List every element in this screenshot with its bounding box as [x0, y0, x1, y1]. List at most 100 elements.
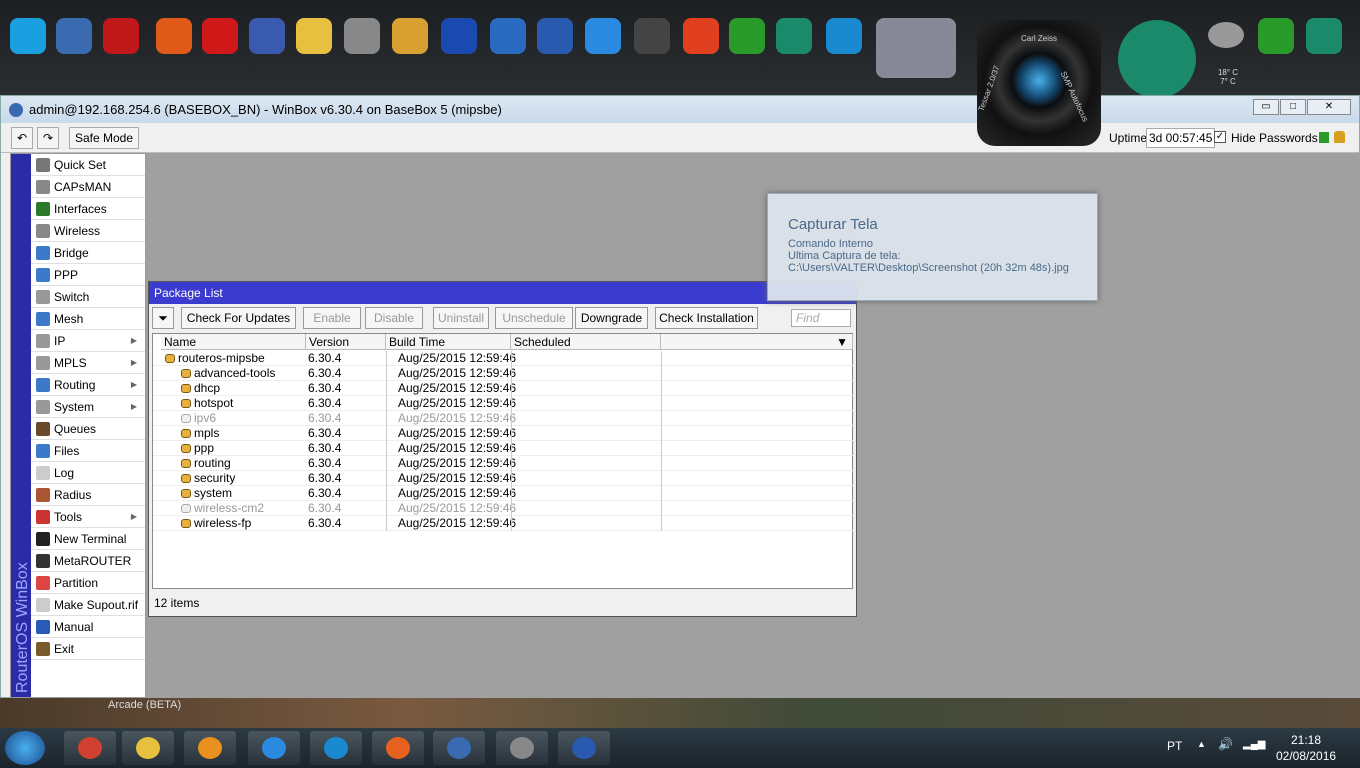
power-icon[interactable] — [683, 18, 719, 54]
table-row[interactable]: security 6.30.4 Aug/25/2015 12:59:46 — [153, 471, 853, 486]
weather-icon[interactable] — [1208, 22, 1244, 48]
dropbox-like-icon[interactable] — [249, 18, 285, 54]
downgrade-button[interactable]: Downgrade — [575, 307, 648, 329]
sidebar-item-mesh[interactable]: Mesh — [31, 308, 145, 330]
flash-icon[interactable] — [585, 18, 621, 54]
utorrent-green-icon[interactable] — [729, 18, 765, 54]
sidebar-item-quick-set[interactable]: Quick Set — [31, 154, 145, 176]
sidebar-item-wireless[interactable]: Wireless — [31, 220, 145, 242]
column-menu-button[interactable]: ▼ — [661, 334, 853, 350]
sidebar-item-files[interactable]: Files — [31, 440, 145, 462]
language-indicator[interactable]: PT — [1167, 739, 1182, 753]
ccleaner-taskbar-icon[interactable] — [310, 731, 362, 765]
show-hidden-icons[interactable]: ▲ — [1197, 739, 1206, 749]
table-row[interactable]: routing 6.30.4 Aug/25/2015 12:59:46 — [153, 456, 853, 471]
sidebar-item-exit[interactable]: Exit — [31, 638, 145, 660]
sidebar-item-partition[interactable]: Partition — [31, 572, 145, 594]
close-button[interactable]: ✕ — [1307, 99, 1351, 115]
package-version: 6.30.4 — [308, 381, 342, 395]
undo-button[interactable]: ↶ — [11, 127, 33, 149]
column-header-build-time[interactable]: Build Time — [386, 334, 511, 350]
skype-icon[interactable] — [10, 18, 46, 54]
table-row[interactable]: hotspot 6.30.4 Aug/25/2015 12:59:46 — [153, 396, 853, 411]
sidebar-item-interfaces[interactable]: Interfaces — [31, 198, 145, 220]
hide-passwords-checkbox[interactable]: ✓ — [1214, 131, 1226, 143]
clock-time[interactable]: 21:18 — [1291, 733, 1321, 747]
ccleaner-icon[interactable] — [156, 18, 192, 54]
enable-button[interactable]: Enable — [303, 307, 361, 329]
table-row[interactable]: dhcp 6.30.4 Aug/25/2015 12:59:46 — [153, 381, 853, 396]
sidebar-item-mpls[interactable]: MPLS ▶ — [31, 352, 145, 374]
itunes-dvd-icon[interactable] — [876, 18, 956, 78]
minimize-button[interactable]: ▭ — [1253, 99, 1279, 115]
filter-icon[interactable]: ⏷ — [152, 307, 174, 329]
iobit-icon[interactable] — [776, 18, 812, 54]
utorrent-icon[interactable] — [1258, 18, 1294, 54]
kaspersky-icon[interactable] — [103, 18, 139, 54]
menu-label: Switch — [54, 289, 90, 304]
word-icon[interactable] — [537, 18, 573, 54]
package-icon — [181, 429, 191, 438]
ccleaner-blue-icon[interactable] — [826, 18, 862, 54]
malwarebytes-icon[interactable] — [441, 18, 477, 54]
clock-date[interactable]: 02/08/2016 — [1276, 749, 1336, 763]
control-panel-icon[interactable] — [392, 18, 428, 54]
sidebar-item-capsman[interactable]: CAPsMAN — [31, 176, 145, 198]
column-header-scheduled[interactable]: Scheduled — [511, 334, 661, 350]
safe-mode-button[interactable]: Safe Mode — [69, 127, 139, 149]
uninstall-button[interactable]: Uninstall — [433, 307, 489, 329]
check-installation-button[interactable]: Check Installation — [655, 307, 758, 329]
table-row[interactable]: wireless-cm2 6.30.4 Aug/25/2015 12:59:46 — [153, 501, 853, 516]
sidebar-item-make-supout-rif[interactable]: Make Supout.rif — [31, 594, 145, 616]
table-row[interactable]: ipv6 6.30.4 Aug/25/2015 12:59:46 — [153, 411, 853, 426]
iobit-shield-icon[interactable] — [1118, 20, 1196, 98]
firefox-taskbar-icon[interactable] — [372, 731, 424, 765]
maximize-button[interactable]: □ — [1280, 99, 1306, 115]
table-row[interactable]: advanced-tools 6.30.4 Aug/25/2015 12:59:… — [153, 366, 853, 381]
sidebar-item-radius[interactable]: Radius — [31, 484, 145, 506]
table-row[interactable]: mpls 6.30.4 Aug/25/2015 12:59:46 — [153, 426, 853, 441]
sidebar-item-system[interactable]: System ▶ — [31, 396, 145, 418]
sidebar-item-queues[interactable]: Queues — [31, 418, 145, 440]
submenu-arrow-icon: ▶ — [130, 402, 137, 411]
disable-button[interactable]: Disable — [365, 307, 423, 329]
chrome-taskbar-icon[interactable] — [64, 731, 116, 765]
table-row[interactable]: system 6.30.4 Aug/25/2015 12:59:46 — [153, 486, 853, 501]
start-button[interactable] — [5, 731, 45, 765]
hp-icon[interactable] — [634, 18, 670, 54]
calculator-taskbar-icon[interactable] — [496, 731, 548, 765]
find-input[interactable]: Find — [791, 309, 851, 327]
sidebar-item-ip[interactable]: IP ▶ — [31, 330, 145, 352]
table-row[interactable]: wireless-fp 6.30.4 Aug/25/2015 12:59:46 — [153, 516, 853, 531]
table-row[interactable]: ppp 6.30.4 Aug/25/2015 12:59:46 — [153, 441, 853, 456]
sidebar-item-manual[interactable]: Manual — [31, 616, 145, 638]
column-header-name[interactable]: Name — [161, 334, 306, 350]
folder-icon[interactable] — [296, 18, 332, 54]
column-header-version[interactable]: Version — [306, 334, 386, 350]
explorer-taskbar-icon[interactable] — [122, 731, 174, 765]
volume-icon[interactable]: 🔊 — [1218, 737, 1233, 751]
camera-capture-icon[interactable]: Carl Zeiss Tessar 2.0/37 SMP Autofocus — [977, 20, 1101, 146]
computer-icon[interactable] — [56, 18, 92, 54]
sidebar-item-new-terminal[interactable]: New Terminal — [31, 528, 145, 550]
network-icon[interactable]: ▂▄▆ — [1243, 739, 1265, 750]
google-earth-icon[interactable] — [490, 18, 526, 54]
mega-icon[interactable] — [202, 18, 238, 54]
redo-button[interactable]: ↷ — [37, 127, 59, 149]
media-player-taskbar-icon[interactable] — [184, 731, 236, 765]
check-for-updates-button[interactable]: Check For Updates — [181, 307, 296, 329]
sidebar-item-metarouter[interactable]: MetaROUTER — [31, 550, 145, 572]
unschedule-button[interactable]: Unschedule — [495, 307, 573, 329]
iobit-small-icon[interactable] — [1306, 18, 1342, 54]
sidebar-item-log[interactable]: Log — [31, 462, 145, 484]
winbox-taskbar-icon[interactable] — [558, 731, 610, 765]
sidebar-item-bridge[interactable]: Bridge — [31, 242, 145, 264]
sidebar-item-ppp[interactable]: PPP — [31, 264, 145, 286]
sidebar-item-routing[interactable]: Routing ▶ — [31, 374, 145, 396]
table-row[interactable]: routeros-mipsbe 6.30.4 Aug/25/2015 12:59… — [153, 351, 853, 366]
app-blue-taskbar-icon[interactable] — [433, 731, 485, 765]
internet-explorer-taskbar-icon[interactable] — [248, 731, 300, 765]
sidebar-item-tools[interactable]: Tools ▶ — [31, 506, 145, 528]
sidebar-item-switch[interactable]: Switch — [31, 286, 145, 308]
recycle-bin-icon[interactable] — [344, 18, 380, 54]
